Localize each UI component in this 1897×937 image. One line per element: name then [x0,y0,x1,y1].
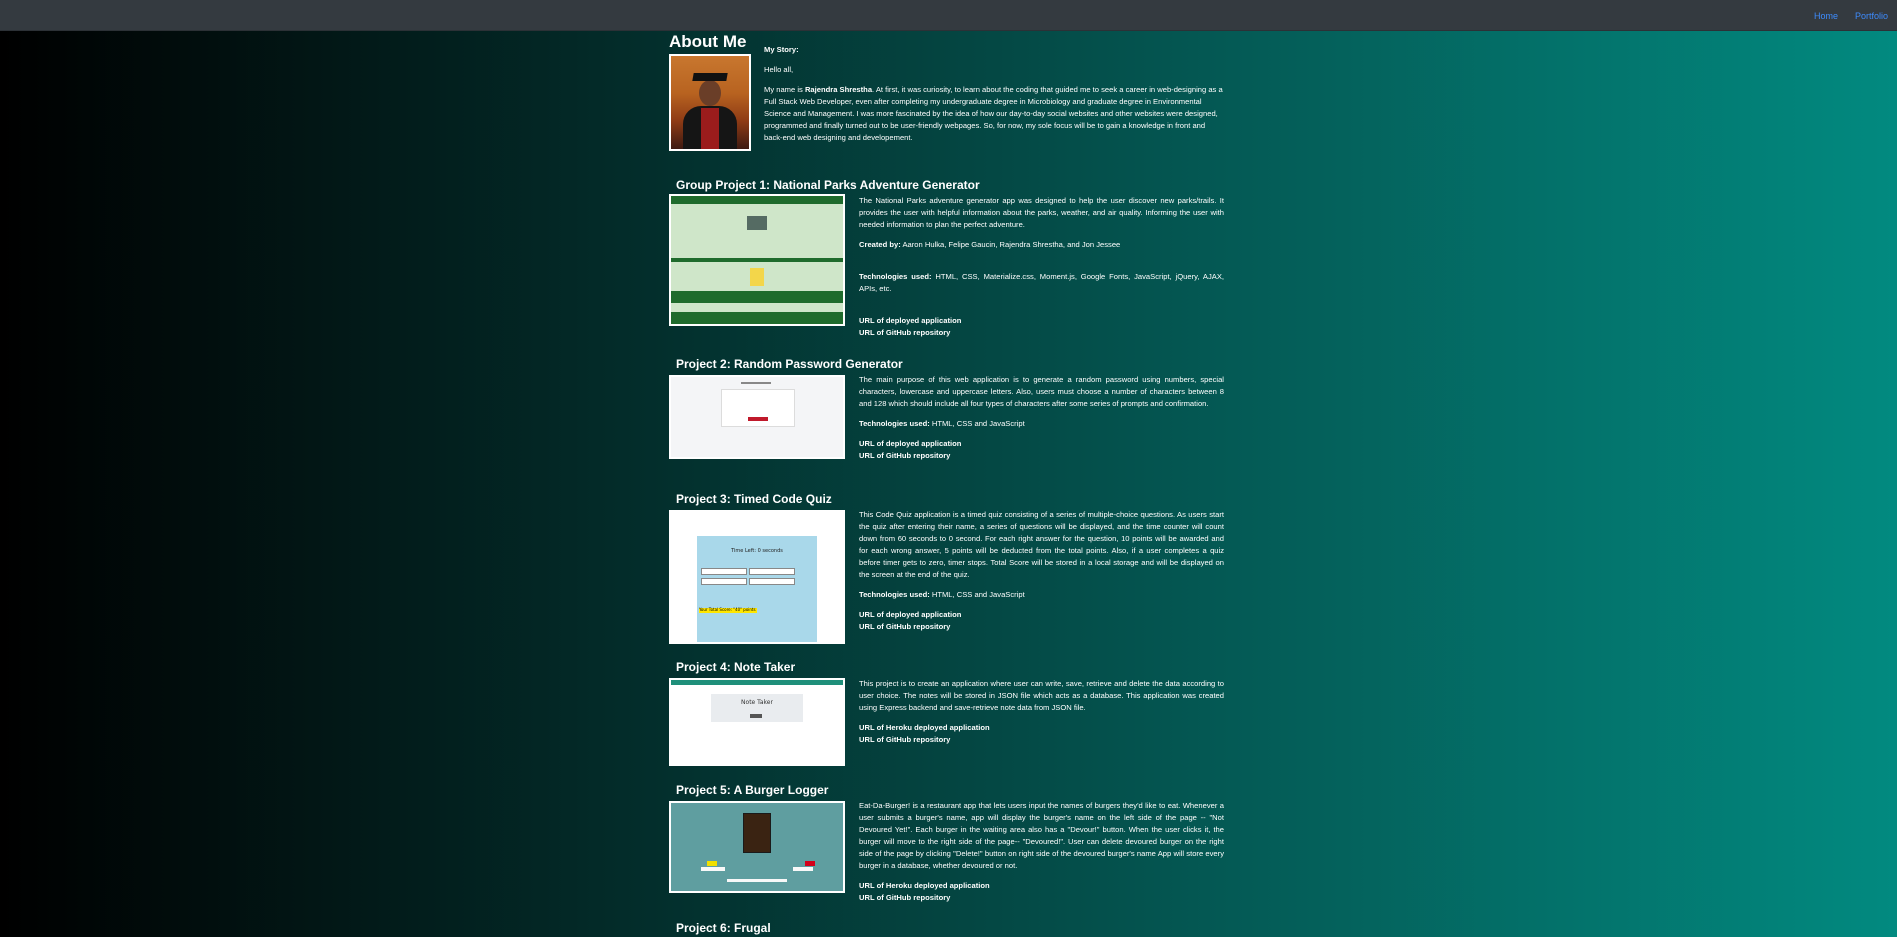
tech-label: Technologies used: [859,590,930,599]
project-title: Project 2: Random Password Generator [676,357,903,371]
tech-value: HTML, CSS and JavaScript [929,419,1025,428]
project-tech: Technologies used: HTML, CSS and JavaScr… [859,418,1224,430]
tech-value: HTML, CSS and JavaScript [929,590,1025,599]
project-title: Project 4: Note Taker [676,660,796,674]
deployed-app-link[interactable]: URL of deployed application [859,609,1224,621]
project-description: The National Parks adventure generator a… [859,195,1224,339]
story-greeting: Hello all, [764,65,794,74]
nav-portfolio-link[interactable]: Portfolio [1855,11,1888,21]
story-heading: My Story: [764,45,799,54]
heroku-app-link[interactable]: URL of Heroku deployed application [859,722,1224,734]
note-taker-title: Note Taker [741,699,773,706]
credits-value: Aaron Hulka, Felipe Gaucin, Rajendra Shr… [900,240,1121,249]
project-tech: Technologies used: HTML, CSS and JavaScr… [859,589,1224,601]
github-repo-link[interactable]: URL of GitHub repository [859,621,1224,633]
project-screenshot[interactable] [669,375,845,459]
photo-stole-shape [701,108,719,149]
nav-home-link[interactable]: Home [1814,11,1838,21]
project-links: URL of Heroku deployed application URL o… [859,880,1224,904]
about-title: About Me [669,32,747,51]
quiz-score-text: Your Total Score: "40" points [699,607,756,612]
project-description: This project is to create an application… [859,678,1224,746]
credits-label: Created by: [859,240,901,249]
github-repo-link[interactable]: URL of GitHub repository [859,892,1224,904]
tech-label: Technologies used: [859,419,930,428]
quiz-timer-text: Time Left: 0 seconds [731,548,783,554]
story-paragraph: My name is Rajendra Shrestha. At first, … [764,84,1224,144]
github-repo-link[interactable]: URL of GitHub repository [859,450,1224,462]
project-description: Eat-Da-Burger! is a restaurant app that … [859,800,1224,904]
project-tech: Technologies used: HTML, CSS, Materializ… [859,271,1224,295]
deployed-app-link[interactable]: URL of deployed application [859,315,1224,327]
project-screenshot[interactable] [669,194,845,326]
project-screenshot[interactable]: Note Taker [669,678,845,766]
project-links: URL of Heroku deployed application URL o… [859,722,1224,746]
project-description: This Code Quiz application is a timed qu… [859,509,1224,633]
project-description: The main purpose of this web application… [859,374,1224,462]
tech-label: Technologies used: [859,272,932,281]
photo-face-shape [699,80,721,106]
github-repo-link[interactable]: URL of GitHub repository [859,734,1224,746]
project-screenshot[interactable]: Time Left: 0 seconds Your Total Score: "… [669,510,845,644]
project-summary: This project is to create an application… [859,679,1224,712]
top-navbar: Home Portfolio [0,0,1897,31]
project-summary: The main purpose of this web application… [859,375,1224,408]
deployed-app-link[interactable]: URL of deployed application [859,438,1224,450]
project-title: Group Project 1: National Parks Adventur… [676,178,980,192]
project-title: Project 6: Frugal [676,921,771,935]
photo-cap-shape [692,73,728,81]
project-links: URL of deployed application URL of GitHu… [859,609,1224,633]
profile-photo [669,54,751,151]
project-title: Project 5: A Burger Logger [676,783,829,797]
project-summary: The National Parks adventure generator a… [859,196,1224,229]
project-screenshot[interactable] [669,801,845,893]
my-story: My Story: Hello all, My name is Rajendra… [764,44,1224,144]
project-credits: Created by: Aaron Hulka, Felipe Gaucin, … [859,239,1224,251]
project-links: URL of deployed application URL of GitHu… [859,315,1224,339]
project-title: Project 3: Timed Code Quiz [676,492,832,506]
project-summary: Eat-Da-Burger! is a restaurant app that … [859,801,1224,870]
story-intro-prefix: My name is [764,85,805,94]
project-summary: This Code Quiz application is a timed qu… [859,510,1224,579]
github-repo-link[interactable]: URL of GitHub repository [859,327,1224,339]
heroku-app-link[interactable]: URL of Heroku deployed application [859,880,1224,892]
story-name: Rajendra Shrestha [804,85,873,94]
project-links: URL of deployed application URL of GitHu… [859,438,1224,462]
